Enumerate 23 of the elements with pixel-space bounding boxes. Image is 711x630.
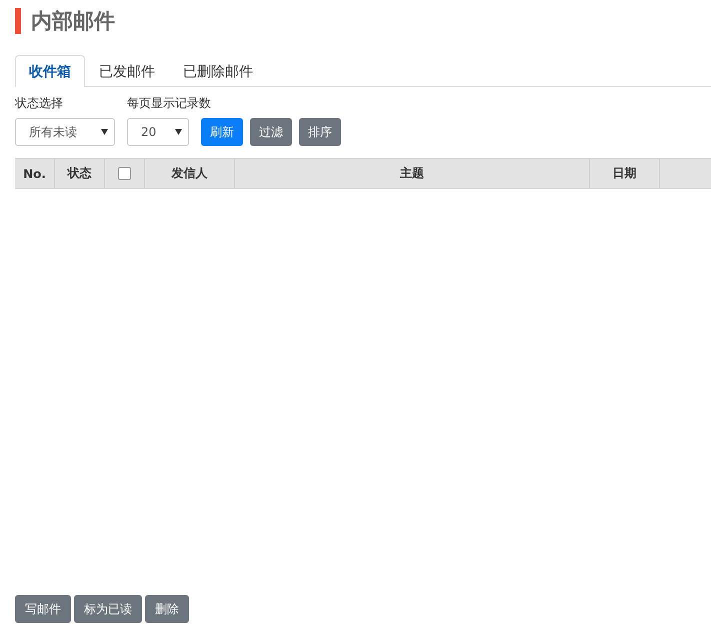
select-field[interactable]: 20: [127, 118, 189, 146]
select-all-checkbox[interactable]: [118, 167, 131, 180]
toolbar-button[interactable]: 刷新: [201, 118, 243, 146]
action-button[interactable]: 删除: [145, 595, 189, 623]
column-header: 日期: [612, 165, 636, 182]
title-accent-bar: [15, 8, 21, 34]
tab[interactable]: 已删除邮件: [169, 55, 267, 87]
toolbar-button[interactable]: 排序: [299, 118, 341, 146]
select-field[interactable]: 所有未读: [15, 118, 115, 146]
column-header: No.: [23, 166, 46, 180]
caret-icon: [175, 129, 182, 135]
page-title: 内部邮件: [31, 8, 115, 35]
toolbar-button[interactable]: 过滤: [250, 118, 292, 146]
filter-label: 每页显示记录数: [127, 95, 211, 112]
action-button[interactable]: 标为已读: [74, 595, 142, 623]
column-header: 主题: [400, 165, 424, 182]
filter-label: 状态选择: [15, 95, 63, 112]
column-header: 状态: [68, 165, 92, 182]
column-header: 发信人: [172, 165, 208, 182]
caret-icon: [101, 129, 108, 135]
tab[interactable]: 收件箱: [15, 55, 85, 87]
tab[interactable]: 已发邮件: [85, 55, 169, 87]
action-button[interactable]: 写邮件: [15, 595, 71, 623]
